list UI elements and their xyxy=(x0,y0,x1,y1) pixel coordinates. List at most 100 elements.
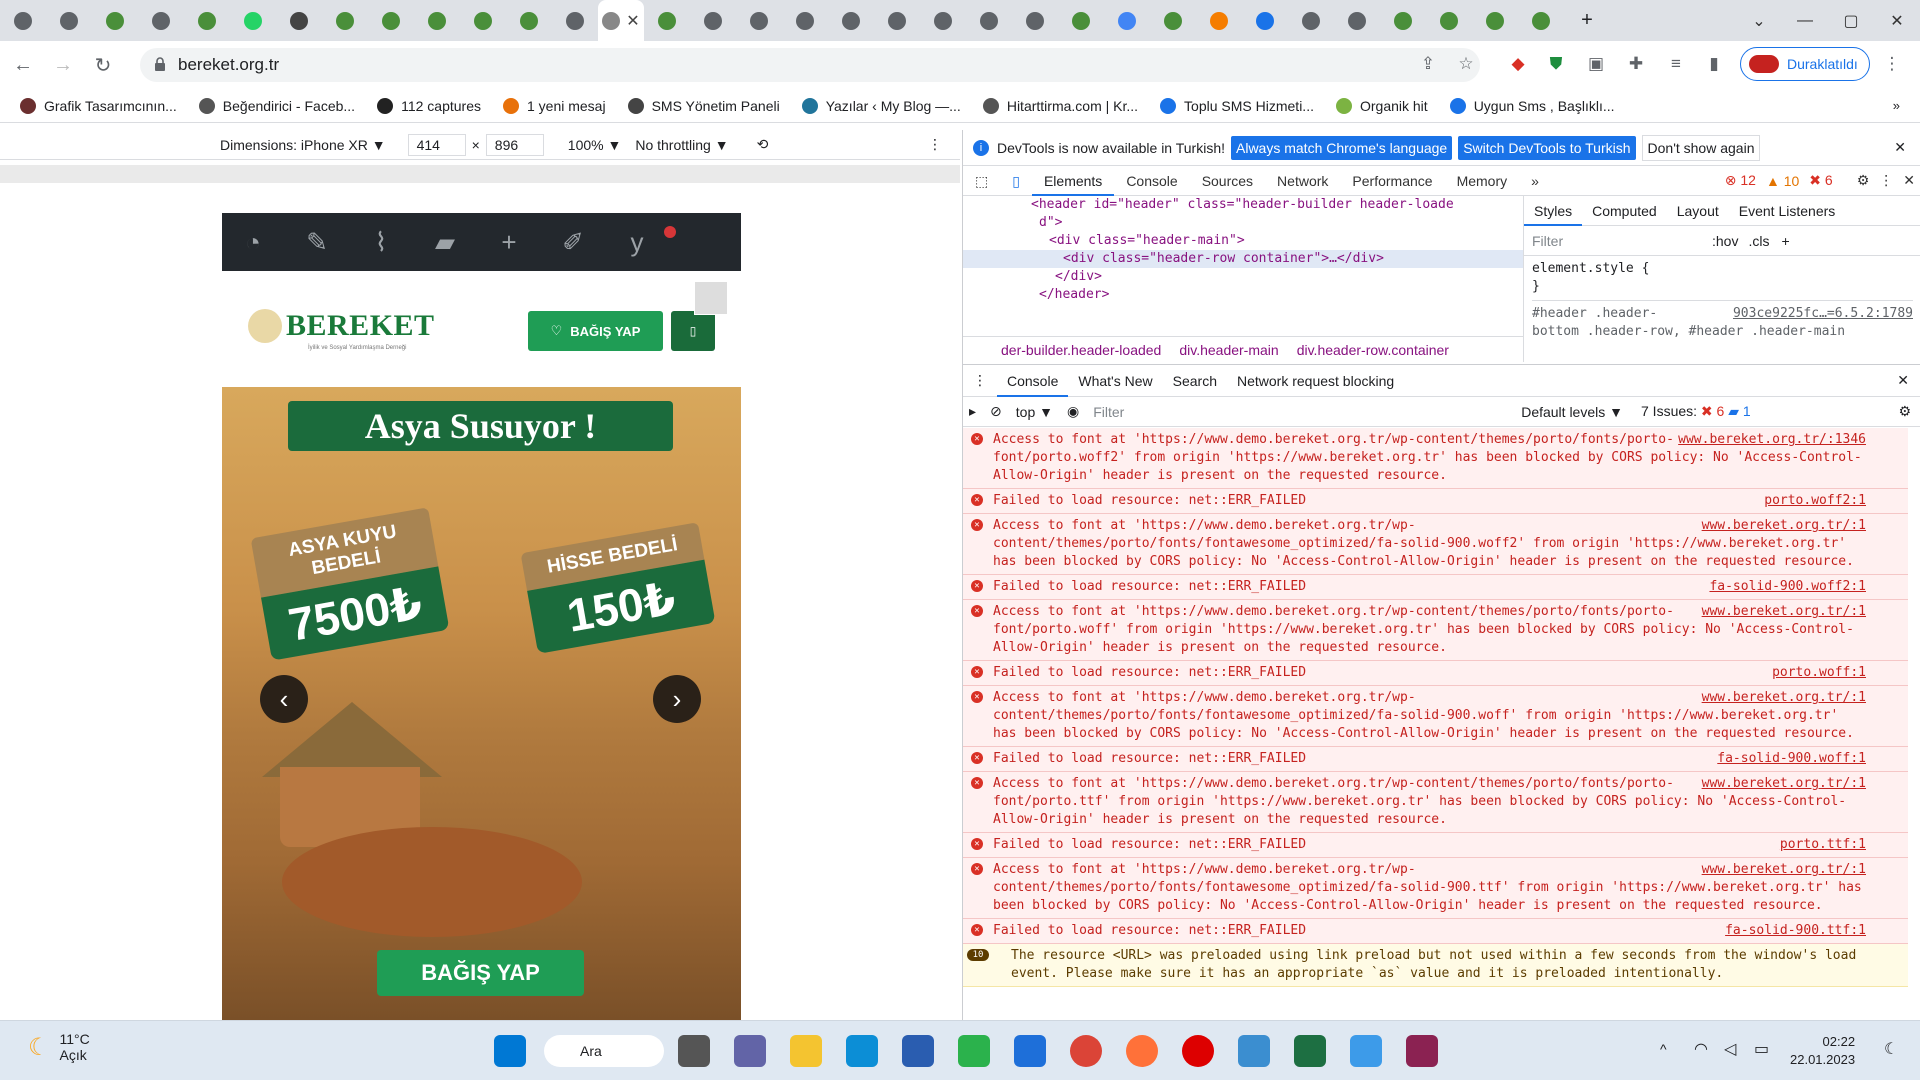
browser-tab[interactable] xyxy=(1288,0,1334,41)
console-source-link[interactable]: www.bereket.org.tr/:1 xyxy=(1702,861,1866,879)
banner-donate-button[interactable]: BAĞIŞ YAP xyxy=(377,950,584,996)
console-error[interactable]: ✕ porto.ttf:1 Failed to load resource: net… xyxy=(963,833,1908,858)
breadcrumb-item[interactable]: der-builder.header-loaded xyxy=(1001,342,1161,358)
tab-computed[interactable]: Computed xyxy=(1582,196,1667,226)
browser-tab[interactable] xyxy=(1012,0,1058,41)
shield-extension-icon[interactable]: ⛊ xyxy=(1544,52,1568,76)
console-source-link[interactable]: fa-solid-900.woff:1 xyxy=(1717,750,1866,768)
edge-icon[interactable] xyxy=(846,1035,878,1067)
browser-tab[interactable] xyxy=(184,0,230,41)
tab-network[interactable]: Network xyxy=(1265,166,1340,196)
browser-tab[interactable] xyxy=(966,0,1012,41)
console-source-link[interactable]: www.bereket.org.tr/:1 xyxy=(1702,689,1866,707)
reload-button[interactable]: ↻ xyxy=(86,48,120,82)
console-error[interactable]: ✕ www.bereket.org.tr/:1 Access to font at … xyxy=(963,600,1908,661)
console-source-link[interactable]: www.bereket.org.tr/:1 xyxy=(1702,775,1866,793)
bookmark-item[interactable]: Organik hit xyxy=(1335,97,1428,114)
rule-selector[interactable]: #header .header- xyxy=(1532,306,1657,321)
dashboard-icon[interactable]: ◔ xyxy=(236,225,270,259)
tab-search[interactable]: Search xyxy=(1163,373,1227,389)
file-explorer-icon[interactable] xyxy=(790,1035,822,1067)
warning-count-badge[interactable]: ▲ 10 xyxy=(1766,173,1799,189)
sidebar-toggle-icon[interactable]: ▸ xyxy=(969,403,976,420)
console-warning[interactable]: 10 The resource <URL> was preloaded using… xyxy=(963,944,1908,987)
bookmark-item[interactable]: Hitarttirma.com | Kr... xyxy=(982,97,1138,114)
browser-tab[interactable] xyxy=(1242,0,1288,41)
opera-icon[interactable] xyxy=(1182,1035,1214,1067)
browser-tab[interactable] xyxy=(920,0,966,41)
excel-icon[interactable] xyxy=(1294,1035,1326,1067)
inspect-icon[interactable]: ⬚ xyxy=(963,166,1000,196)
bookmark-item[interactable]: 1 yeni mesaj xyxy=(502,97,606,114)
browser-tab[interactable] xyxy=(736,0,782,41)
puzzle-icon[interactable]: ✚ xyxy=(1624,52,1648,76)
console-filter-input[interactable]: Filter xyxy=(1093,404,1513,420)
mail-icon[interactable] xyxy=(1014,1035,1046,1067)
tab-network-blocking[interactable]: Network request blocking xyxy=(1227,373,1404,389)
breadcrumb-item[interactable]: div.header-row.container xyxy=(1297,342,1449,358)
tab-whats-new[interactable]: What's New xyxy=(1068,373,1162,389)
notification-icon[interactable]: ☾ xyxy=(1884,1039,1898,1059)
system-clock[interactable]: 02:22 22.01.2023 xyxy=(1790,1033,1855,1069)
console-source-link[interactable]: www.bereket.org.tr/:1 xyxy=(1702,517,1866,535)
minimize-icon[interactable]: — xyxy=(1782,12,1828,30)
levels-select[interactable]: Default levels ▼ xyxy=(1521,404,1623,420)
reading-list-icon[interactable]: ≡ xyxy=(1664,52,1688,76)
device-height-input[interactable]: 896 xyxy=(485,133,544,156)
console-source-link[interactable]: porto.woff:1 xyxy=(1772,664,1866,682)
console-source-link[interactable]: fa-solid-900.ttf:1 xyxy=(1725,922,1866,940)
console-error[interactable]: ✕ fa-solid-900.woff2:1 Failed to load reso… xyxy=(963,575,1908,600)
winrar-icon[interactable] xyxy=(1406,1035,1438,1067)
mobile-menu-button[interactable]: ▯ xyxy=(671,311,715,351)
match-language-button[interactable]: Always match Chrome's language xyxy=(1231,135,1453,160)
element-style-rule[interactable]: element.style { xyxy=(1532,260,1913,278)
dom-node[interactable]: <div class="header-main"> xyxy=(963,232,1523,250)
issue-count-badge[interactable]: ✖ 6 xyxy=(1809,172,1832,189)
browser-tab[interactable] xyxy=(1058,0,1104,41)
tab-layout[interactable]: Layout xyxy=(1667,196,1729,226)
clear-console-icon[interactable]: ⊘ xyxy=(990,403,1002,420)
rule-source-link[interactable]: 903ce9225fc…=6.5.2:1789 xyxy=(1733,305,1913,323)
close-drawer-icon[interactable]: ✕ xyxy=(1897,372,1909,389)
bookmark-item[interactable]: Grafik Tasarımcının... xyxy=(20,97,177,114)
browser-tab[interactable] xyxy=(92,0,138,41)
extension-icon-2[interactable]: ▣ xyxy=(1584,52,1608,76)
browser-tab[interactable] xyxy=(1426,0,1472,41)
tab-event-listeners[interactable]: Event Listeners xyxy=(1729,196,1846,226)
browser-tab[interactable] xyxy=(552,0,598,41)
browser-tab[interactable] xyxy=(414,0,460,41)
browser-tab[interactable] xyxy=(874,0,920,41)
console-error[interactable]: ✕ www.bereket.org.tr/:1346 Access to font … xyxy=(963,428,1908,489)
breadcrumb-item[interactable]: div.header-main xyxy=(1179,342,1278,358)
battery-icon[interactable]: ▭ xyxy=(1754,1039,1769,1059)
console-error[interactable]: ✕ www.bereket.org.tr/:1 Access to font at … xyxy=(963,514,1908,575)
weather-widget[interactable]: ☾ 11°C Açık xyxy=(28,1031,90,1063)
console-error[interactable]: ✕ porto.woff2:1 Failed to load resource: n… xyxy=(963,489,1908,514)
browser-tab[interactable] xyxy=(46,0,92,41)
close-tab-icon[interactable]: ✕ xyxy=(626,11,639,31)
console-source-link[interactable]: www.bereket.org.tr/:1346 xyxy=(1678,431,1866,449)
user-avatar[interactable] xyxy=(694,281,728,315)
rotate-icon[interactable]: ⟲ xyxy=(757,136,769,153)
app-blue-icon[interactable] xyxy=(1350,1035,1382,1067)
new-tab-button[interactable]: + xyxy=(1564,0,1610,41)
browser-tab[interactable] xyxy=(368,0,414,41)
comment-icon[interactable]: ▰ xyxy=(428,225,462,259)
back-button[interactable]: ← xyxy=(6,48,40,82)
console-error[interactable]: ✕ www.bereket.org.tr/:1 Access to font at … xyxy=(963,858,1908,919)
browser-tab[interactable] xyxy=(138,0,184,41)
pin-icon[interactable]: ✎ xyxy=(300,225,334,259)
chevron-up-icon[interactable]: ^ xyxy=(1660,1041,1667,1057)
wifi-icon[interactable]: ◠ xyxy=(1694,1039,1708,1059)
error-count-badge[interactable]: ⊗ 12 xyxy=(1725,172,1756,189)
browser-tab[interactable] xyxy=(230,0,276,41)
firefox-icon[interactable] xyxy=(1126,1035,1158,1067)
menu-kebab-icon[interactable]: ⋮ xyxy=(1880,52,1904,76)
yoast-icon[interactable]: y xyxy=(620,225,654,259)
browser-tab[interactable] xyxy=(460,0,506,41)
zoom-select[interactable]: 100% ▼ xyxy=(568,137,622,153)
issues-button[interactable]: 7 Issues: ✖ 6 ▰ 1 xyxy=(1641,403,1751,420)
donate-button[interactable]: ♡ BAĞIŞ YAP xyxy=(528,311,663,351)
app-green-icon[interactable] xyxy=(958,1035,990,1067)
bookmark-item[interactable]: Beğendirici - Faceb... xyxy=(198,97,355,114)
